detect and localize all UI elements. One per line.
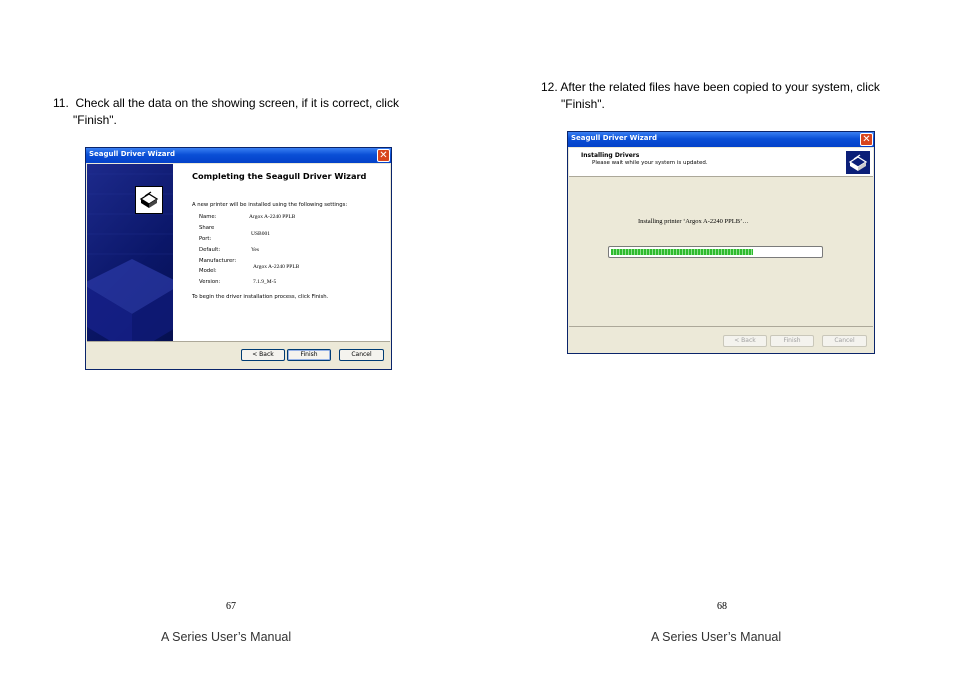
wizard-content: Completing the Seagull Driver Wizard A n… (173, 164, 390, 341)
installing-drivers-dialog: Seagull Driver Wizard ✕ Installing Drive… (567, 131, 875, 354)
settings-intro: A new printer will be installed using th… (192, 202, 348, 208)
setting-label-share: Share (199, 225, 215, 231)
setting-value-version: 7.1.9_M-5 (253, 279, 277, 285)
step-12-instruction: 12. After the related files have been co… (541, 79, 921, 113)
wizard-side-banner (87, 164, 173, 341)
close-button[interactable]: ✕ (860, 133, 873, 146)
step-text: Check all the data on the showing screen… (75, 96, 399, 110)
finish-button[interactable]: Finish (770, 335, 814, 347)
setting-label-manufacturer: Manufacturer: (199, 258, 237, 264)
printer-icon (846, 151, 870, 174)
step-text: After the related files have been copied… (560, 80, 880, 94)
setting-label-port: Port: (199, 236, 212, 242)
window-title: Seagull Driver Wizard (571, 134, 657, 142)
header-title: Installing Drivers (581, 152, 640, 159)
setting-label-default: Default: (199, 247, 221, 253)
title-bar: Seagull Driver Wizard ✕ (86, 148, 391, 163)
wizard-header: Installing Drivers Please wait while you… (569, 148, 873, 176)
setting-value-default: Yes (251, 247, 260, 253)
step-text-cont: "Finish". (561, 97, 605, 111)
cancel-button[interactable]: Cancel (822, 335, 867, 347)
step-number: 12. (541, 80, 558, 94)
header-subtitle: Please wait while your system is updated… (592, 160, 708, 166)
close-button[interactable]: ✕ (377, 149, 390, 162)
button-separator (87, 341, 390, 342)
progress-fill (611, 249, 753, 255)
title-bar: Seagull Driver Wizard ✕ (568, 132, 874, 147)
step-number: 11. (53, 96, 69, 110)
finish-instruction: To begin the driver installation process… (192, 294, 329, 300)
page-number-67: 67 (226, 601, 236, 612)
header-separator (569, 176, 873, 177)
step-11-instruction: 11. Check all the data on the showing sc… (53, 95, 433, 129)
install-status: Installing printer ‘Argox A-2240 PPLB’… (638, 218, 749, 225)
setting-label-model: Model: (199, 268, 217, 274)
cancel-button[interactable]: Cancel (339, 349, 384, 361)
setting-value-model: Argox A-2240 PPLB (253, 264, 300, 270)
back-button[interactable]: < Back (241, 349, 285, 361)
manual-footer-left: A Series User’s Manual (161, 630, 292, 644)
setting-value-share: USB001 (251, 231, 270, 237)
button-separator (569, 326, 873, 327)
back-button[interactable]: < Back (723, 335, 767, 347)
completing-wizard-dialog: Seagull Driver Wizard ✕ Completing the S… (85, 147, 392, 370)
setting-value-name: Argox A-2240 PPLB (249, 214, 296, 220)
setting-label-version: Version: (199, 279, 221, 285)
step-text-cont: "Finish". (73, 113, 117, 127)
install-progress-bar (608, 246, 823, 258)
printer-icon (135, 186, 163, 214)
page-number-68: 68 (717, 601, 727, 612)
finish-button[interactable]: Finish (287, 349, 331, 361)
manual-footer-right: A Series User’s Manual (651, 630, 782, 644)
window-title: Seagull Driver Wizard (89, 150, 175, 158)
wizard-heading: Completing the Seagull Driver Wizard (192, 171, 367, 181)
setting-label-name: Name: (199, 214, 217, 220)
